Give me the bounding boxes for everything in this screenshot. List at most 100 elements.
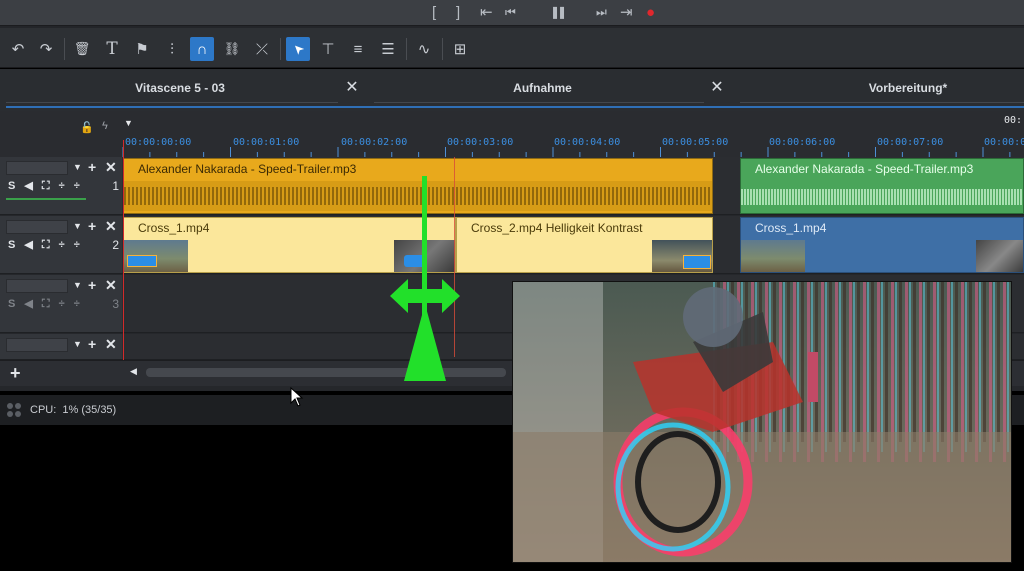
marker-button[interactable]: ⚑	[130, 37, 154, 61]
toolbar-divider	[280, 38, 281, 60]
add-track-plus-icon[interactable]: +	[88, 277, 96, 293]
cpu-usage: CPU: 1% (35/35)	[30, 404, 116, 416]
clip-thumbnail	[741, 240, 805, 272]
track-header-4[interactable]: ▼ + ✕	[0, 334, 122, 360]
clip-title: Cross_1.mp4	[755, 221, 827, 235]
undo-icon: ↶	[11, 41, 25, 58]
tab-underline	[6, 102, 338, 103]
curve-mode-button[interactable]: ∿	[412, 37, 436, 61]
track-number: 1	[112, 179, 119, 193]
delete-button[interactable]: 🗑	[70, 37, 94, 61]
remove-track-icon[interactable]: ✕	[105, 218, 117, 235]
redo-button[interactable]: ↷	[34, 37, 58, 61]
insert-mode-icon: ⊤	[321, 41, 335, 58]
track-menu-arrow-icon[interactable]: ▼	[73, 280, 82, 290]
close-tab-icon[interactable]: ✕	[708, 79, 726, 97]
tab-vitascene[interactable]: Vitascene 5 - 03	[40, 77, 320, 99]
undo-button[interactable]: ↶	[6, 37, 30, 61]
green-arrow-annotation	[390, 176, 460, 381]
jump-next-marker-button[interactable]: ⇥	[620, 2, 633, 22]
scroll-left-arrow-icon[interactable]: ◀	[130, 366, 137, 377]
title-icon: T	[106, 39, 118, 59]
remove-track-icon[interactable]: ✕	[105, 277, 117, 294]
tab-underline	[740, 102, 1024, 103]
cpu-value: 1% (35/35)	[62, 404, 117, 416]
magnet-icon: ∩	[196, 40, 208, 58]
add-track-plus-icon[interactable]: +	[88, 336, 96, 352]
record-button[interactable]: ●	[646, 2, 655, 22]
mouse-mode-icon: ➤	[288, 40, 307, 59]
project-tabs: Vitascene 5 - 03 ✕ Aufnahme ✕ Vorbereitu…	[0, 69, 1024, 111]
multi-track-mode-icon: ☰	[381, 41, 395, 58]
add-track-plus-icon[interactable]: +	[88, 218, 96, 234]
track-menu-arrow-icon[interactable]: ▼	[73, 339, 82, 349]
playhead[interactable]	[123, 140, 124, 372]
transport-controls: [ ] ⇤ ⏮ ❚❚ ⏭ ⇥ ●	[0, 0, 1024, 26]
time-ruler[interactable]: ▼ 00:00:00:00 00:00:01:00 00:00:02:00 00…	[122, 111, 1024, 157]
audio-waveform	[741, 183, 1023, 209]
audio-clip[interactable]: Alexander Nakarada - Speed-Trailer.mp3	[740, 158, 1024, 214]
track-header-1[interactable]: ▼ + ✕ S ◀ ⛶ ÷ ÷ 1	[0, 157, 122, 215]
link-button[interactable]: ⛓	[220, 37, 244, 61]
track-header-2[interactable]: ▼ + ✕ S ◀ ⛶ ÷ ÷ 2	[0, 216, 122, 274]
video-preview	[512, 281, 1012, 563]
track-controls[interactable]: S ◀ ⛶ ÷ ÷	[8, 238, 83, 252]
track-menu-arrow-icon[interactable]: ▼	[73, 162, 82, 172]
toolbar-divider	[64, 38, 65, 60]
jump-prev-marker-button[interactable]: ⇤	[480, 2, 493, 22]
close-tab-icon[interactable]: ✕	[343, 79, 361, 97]
split-icon: ⫶	[170, 40, 174, 58]
video-clip[interactable]: Cross_2.mp4 Helligkeit Kontrast	[456, 217, 713, 273]
mark-in-icon: [	[432, 3, 437, 21]
track-name-field[interactable]	[6, 220, 68, 234]
remove-track-icon[interactable]: ✕	[105, 159, 117, 176]
add-track-icon: ⊞	[453, 41, 467, 58]
add-track-plus-icon[interactable]: +	[10, 363, 21, 384]
unlink-icon: ⤫	[255, 40, 268, 58]
track-menu-arrow-icon[interactable]: ▼	[73, 221, 82, 231]
toolbar-divider	[406, 38, 407, 60]
track-name-field[interactable]	[6, 161, 68, 175]
redo-icon: ↷	[39, 41, 53, 58]
add-track-plus-icon[interactable]: +	[88, 159, 96, 175]
magnet-button[interactable]: ∩	[190, 37, 214, 61]
edit-toolbar: ↶ ↷ 🗑 T ⚑ ⫶ ∩ ⛓ ⤫ ➤ ⊤ ≡ ☰ ∿ ⊞	[0, 28, 1024, 68]
unlink-button[interactable]: ⤫	[250, 37, 274, 61]
clip-title: Alexander Nakarada - Speed-Trailer.mp3	[138, 162, 357, 176]
toolbar-divider	[442, 38, 443, 60]
step-back-button[interactable]: ⏮	[505, 2, 516, 22]
multi-track-mode-button[interactable]: ☰	[376, 37, 400, 61]
link-icon: ⛓	[223, 41, 241, 56]
remove-track-icon[interactable]: ✕	[105, 336, 117, 353]
title-button[interactable]: T	[100, 37, 124, 61]
tab-vorbereitung[interactable]: Vorbereitung*	[760, 77, 1024, 99]
split-button[interactable]: ⫶	[160, 37, 184, 61]
step-forward-button[interactable]: ⏭	[596, 2, 607, 22]
pause-button[interactable]: ❚❚	[550, 2, 567, 22]
effect-badge	[683, 255, 711, 269]
track-controls[interactable]: S ◀ ⛶ ÷ ÷	[8, 297, 83, 311]
clip-title: Alexander Nakarada - Speed-Trailer.mp3	[755, 162, 974, 176]
tab-aufnahme[interactable]: Aufnahme	[400, 77, 685, 99]
insert-mode-button[interactable]: ⊤	[316, 37, 340, 61]
mark-out-button[interactable]: ]	[456, 2, 460, 22]
track-controls[interactable]: S ◀ ⛶ ÷ ÷	[8, 179, 83, 193]
transport-bar: [ ] ⇤ ⏮ ❚❚ ⏭ ⇥ ●	[0, 0, 1024, 28]
add-track-button[interactable]: ⊞	[448, 37, 472, 61]
lightning-icon[interactable]: ϟ	[102, 120, 108, 132]
track-name-field[interactable]	[6, 279, 68, 293]
video-clip[interactable]: Cross_1.mp4	[740, 217, 1024, 273]
lock-icon[interactable]: 🔓	[80, 121, 94, 134]
marker-flag-icon: ⚑	[135, 41, 149, 58]
mark-in-button[interactable]: [	[432, 2, 436, 22]
track-name-field[interactable]	[6, 338, 68, 352]
jump-prev-marker-icon: ⇤	[480, 4, 493, 21]
step-forward-icon: ⏭	[596, 4, 607, 19]
delete-icon: 🗑	[73, 41, 91, 56]
ruler-ticks	[122, 147, 1011, 157]
tab-label: Aufnahme	[513, 81, 572, 95]
track-header-3[interactable]: ▼ + ✕ S ◀ ⛶ ÷ ÷ 3	[0, 275, 122, 333]
mouse-mode-button[interactable]: ➤	[286, 37, 310, 61]
active-tab-indicator	[6, 106, 1024, 108]
ripple-mode-button[interactable]: ≡	[346, 37, 370, 61]
